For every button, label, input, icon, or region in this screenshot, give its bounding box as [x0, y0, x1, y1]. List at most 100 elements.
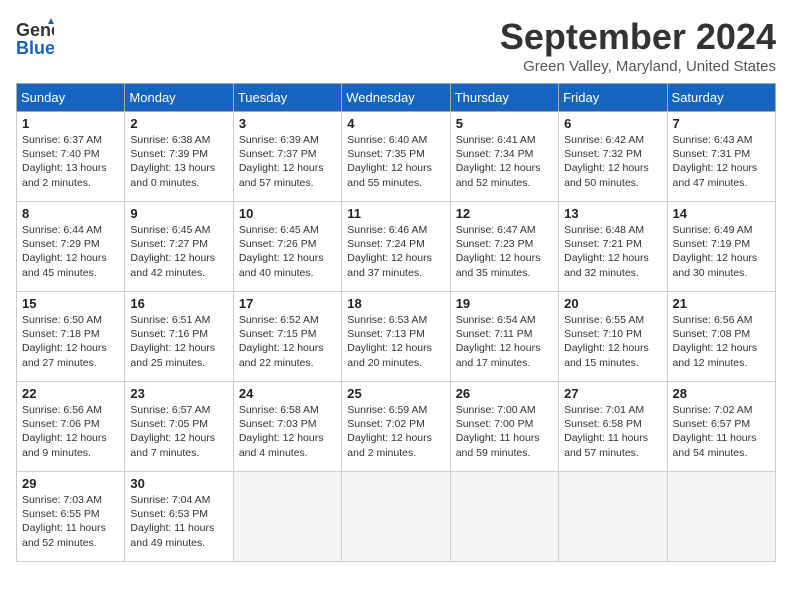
weekday-header-tuesday: Tuesday [233, 84, 341, 112]
title-area: September 2024 Green Valley, Maryland, U… [500, 16, 776, 75]
calendar-cell: 16 Sunrise: 6:51 AMSunset: 7:16 PMDaylig… [125, 292, 233, 382]
calendar-cell: 29 Sunrise: 7:03 AMSunset: 6:55 PMDaylig… [17, 472, 125, 562]
day-info: Sunrise: 6:44 AMSunset: 7:29 PMDaylight:… [22, 224, 107, 279]
calendar-week-5: 29 Sunrise: 7:03 AMSunset: 6:55 PMDaylig… [17, 472, 776, 562]
calendar-header-row: SundayMondayTuesdayWednesdayThursdayFrid… [17, 84, 776, 112]
day-info: Sunrise: 6:56 AMSunset: 7:06 PMDaylight:… [22, 404, 107, 459]
calendar-cell: 1 Sunrise: 6:37 AMSunset: 7:40 PMDayligh… [17, 112, 125, 202]
day-number: 26 [456, 386, 553, 401]
calendar-week-1: 1 Sunrise: 6:37 AMSunset: 7:40 PMDayligh… [17, 112, 776, 202]
day-info: Sunrise: 6:40 AMSunset: 7:35 PMDaylight:… [347, 134, 432, 189]
calendar-cell: 2 Sunrise: 6:38 AMSunset: 7:39 PMDayligh… [125, 112, 233, 202]
day-number: 21 [673, 296, 770, 311]
day-info: Sunrise: 6:57 AMSunset: 7:05 PMDaylight:… [130, 404, 215, 459]
svg-text:General: General [16, 20, 54, 40]
weekday-header-monday: Monday [125, 84, 233, 112]
calendar-week-4: 22 Sunrise: 6:56 AMSunset: 7:06 PMDaylig… [17, 382, 776, 472]
calendar-cell [667, 472, 775, 562]
day-info: Sunrise: 6:52 AMSunset: 7:15 PMDaylight:… [239, 314, 324, 369]
calendar-cell [342, 472, 450, 562]
day-number: 27 [564, 386, 661, 401]
calendar-cell: 10 Sunrise: 6:45 AMSunset: 7:26 PMDaylig… [233, 202, 341, 292]
day-info: Sunrise: 6:49 AMSunset: 7:19 PMDaylight:… [673, 224, 758, 279]
day-info: Sunrise: 6:47 AMSunset: 7:23 PMDaylight:… [456, 224, 541, 279]
weekday-header-sunday: Sunday [17, 84, 125, 112]
day-number: 20 [564, 296, 661, 311]
calendar-cell: 30 Sunrise: 7:04 AMSunset: 6:53 PMDaylig… [125, 472, 233, 562]
weekday-header-thursday: Thursday [450, 84, 558, 112]
day-number: 1 [22, 116, 119, 131]
calendar-cell: 25 Sunrise: 6:59 AMSunset: 7:02 PMDaylig… [342, 382, 450, 472]
day-info: Sunrise: 7:00 AMSunset: 7:00 PMDaylight:… [456, 404, 540, 459]
day-info: Sunrise: 6:48 AMSunset: 7:21 PMDaylight:… [564, 224, 649, 279]
day-number: 17 [239, 296, 336, 311]
calendar-cell: 8 Sunrise: 6:44 AMSunset: 7:29 PMDayligh… [17, 202, 125, 292]
logo-icon: General Blue [16, 16, 54, 58]
svg-text:Blue: Blue [16, 38, 54, 58]
day-info: Sunrise: 6:45 AMSunset: 7:27 PMDaylight:… [130, 224, 215, 279]
calendar-cell: 21 Sunrise: 6:56 AMSunset: 7:08 PMDaylig… [667, 292, 775, 382]
day-number: 29 [22, 476, 119, 491]
calendar-cell: 15 Sunrise: 6:50 AMSunset: 7:18 PMDaylig… [17, 292, 125, 382]
day-info: Sunrise: 6:54 AMSunset: 7:11 PMDaylight:… [456, 314, 541, 369]
calendar-cell: 7 Sunrise: 6:43 AMSunset: 7:31 PMDayligh… [667, 112, 775, 202]
day-number: 11 [347, 206, 444, 221]
calendar-cell: 23 Sunrise: 6:57 AMSunset: 7:05 PMDaylig… [125, 382, 233, 472]
calendar-cell [450, 472, 558, 562]
day-number: 6 [564, 116, 661, 131]
weekday-header-friday: Friday [559, 84, 667, 112]
calendar-table: SundayMondayTuesdayWednesdayThursdayFrid… [16, 83, 776, 562]
day-info: Sunrise: 7:03 AMSunset: 6:55 PMDaylight:… [22, 494, 106, 549]
day-number: 30 [130, 476, 227, 491]
day-number: 5 [456, 116, 553, 131]
calendar-cell: 24 Sunrise: 6:58 AMSunset: 7:03 PMDaylig… [233, 382, 341, 472]
day-info: Sunrise: 7:01 AMSunset: 6:58 PMDaylight:… [564, 404, 648, 459]
calendar-week-2: 8 Sunrise: 6:44 AMSunset: 7:29 PMDayligh… [17, 202, 776, 292]
page-header: General Blue September 2024 Green Valley… [16, 16, 776, 75]
calendar-cell: 9 Sunrise: 6:45 AMSunset: 7:27 PMDayligh… [125, 202, 233, 292]
calendar-cell: 19 Sunrise: 6:54 AMSunset: 7:11 PMDaylig… [450, 292, 558, 382]
calendar-cell: 14 Sunrise: 6:49 AMSunset: 7:19 PMDaylig… [667, 202, 775, 292]
day-number: 23 [130, 386, 227, 401]
day-number: 4 [347, 116, 444, 131]
day-number: 22 [22, 386, 119, 401]
calendar-cell: 26 Sunrise: 7:00 AMSunset: 7:00 PMDaylig… [450, 382, 558, 472]
day-number: 15 [22, 296, 119, 311]
calendar-cell: 5 Sunrise: 6:41 AMSunset: 7:34 PMDayligh… [450, 112, 558, 202]
day-info: Sunrise: 6:59 AMSunset: 7:02 PMDaylight:… [347, 404, 432, 459]
day-number: 8 [22, 206, 119, 221]
calendar-cell: 4 Sunrise: 6:40 AMSunset: 7:35 PMDayligh… [342, 112, 450, 202]
day-info: Sunrise: 6:55 AMSunset: 7:10 PMDaylight:… [564, 314, 649, 369]
location-subtitle: Green Valley, Maryland, United States [500, 58, 776, 75]
calendar-week-3: 15 Sunrise: 6:50 AMSunset: 7:18 PMDaylig… [17, 292, 776, 382]
day-info: Sunrise: 6:39 AMSunset: 7:37 PMDaylight:… [239, 134, 324, 189]
day-number: 25 [347, 386, 444, 401]
day-number: 10 [239, 206, 336, 221]
calendar-cell: 17 Sunrise: 6:52 AMSunset: 7:15 PMDaylig… [233, 292, 341, 382]
day-number: 18 [347, 296, 444, 311]
calendar-cell: 18 Sunrise: 6:53 AMSunset: 7:13 PMDaylig… [342, 292, 450, 382]
day-number: 16 [130, 296, 227, 311]
day-info: Sunrise: 6:43 AMSunset: 7:31 PMDaylight:… [673, 134, 758, 189]
day-info: Sunrise: 6:41 AMSunset: 7:34 PMDaylight:… [456, 134, 541, 189]
day-info: Sunrise: 6:50 AMSunset: 7:18 PMDaylight:… [22, 314, 107, 369]
calendar-cell: 3 Sunrise: 6:39 AMSunset: 7:37 PMDayligh… [233, 112, 341, 202]
calendar-cell: 12 Sunrise: 6:47 AMSunset: 7:23 PMDaylig… [450, 202, 558, 292]
weekday-header-saturday: Saturday [667, 84, 775, 112]
calendar-cell [559, 472, 667, 562]
day-info: Sunrise: 6:45 AMSunset: 7:26 PMDaylight:… [239, 224, 324, 279]
calendar-cell [233, 472, 341, 562]
calendar-cell: 6 Sunrise: 6:42 AMSunset: 7:32 PMDayligh… [559, 112, 667, 202]
day-info: Sunrise: 6:53 AMSunset: 7:13 PMDaylight:… [347, 314, 432, 369]
day-info: Sunrise: 6:56 AMSunset: 7:08 PMDaylight:… [673, 314, 758, 369]
day-number: 3 [239, 116, 336, 131]
day-number: 19 [456, 296, 553, 311]
day-number: 24 [239, 386, 336, 401]
calendar-cell: 28 Sunrise: 7:02 AMSunset: 6:57 PMDaylig… [667, 382, 775, 472]
weekday-header-wednesday: Wednesday [342, 84, 450, 112]
day-info: Sunrise: 7:02 AMSunset: 6:57 PMDaylight:… [673, 404, 757, 459]
day-number: 14 [673, 206, 770, 221]
calendar-cell: 27 Sunrise: 7:01 AMSunset: 6:58 PMDaylig… [559, 382, 667, 472]
calendar-cell: 13 Sunrise: 6:48 AMSunset: 7:21 PMDaylig… [559, 202, 667, 292]
day-info: Sunrise: 6:37 AMSunset: 7:40 PMDaylight:… [22, 134, 107, 189]
